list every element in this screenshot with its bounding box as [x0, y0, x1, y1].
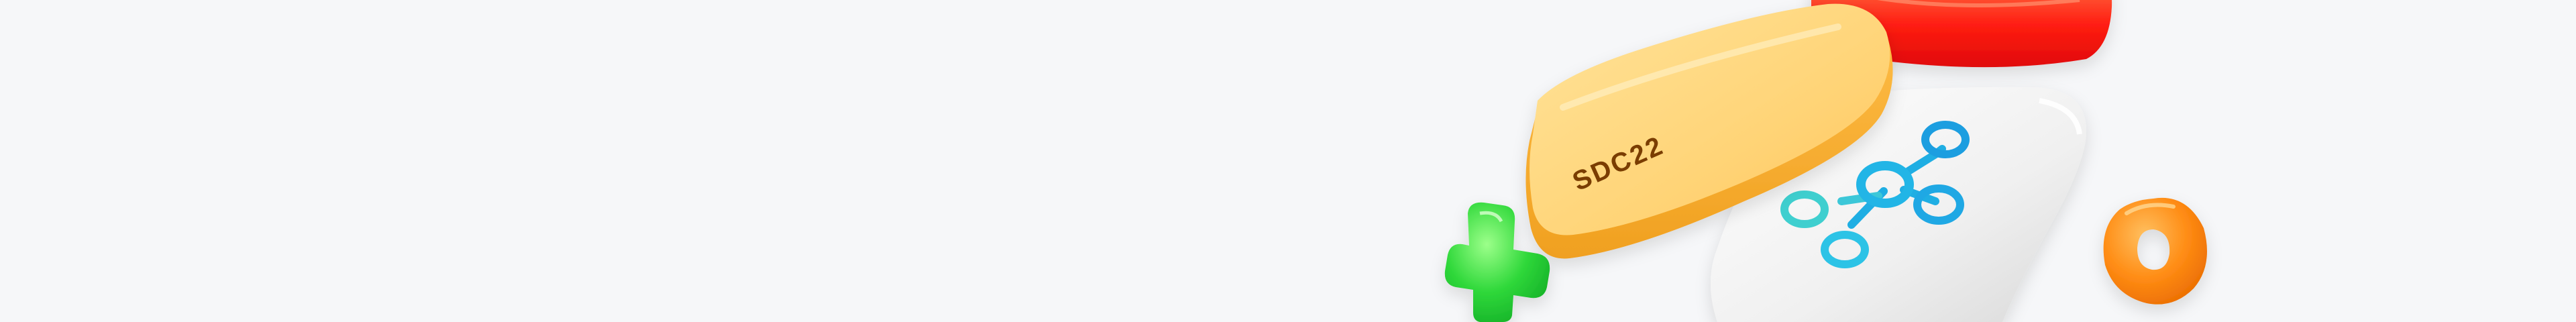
hero-banner: SDC22: [0, 0, 2576, 322]
decorative-illustration: SDC22: [1444, 0, 2207, 322]
orange-ring-icon: [2103, 197, 2207, 305]
